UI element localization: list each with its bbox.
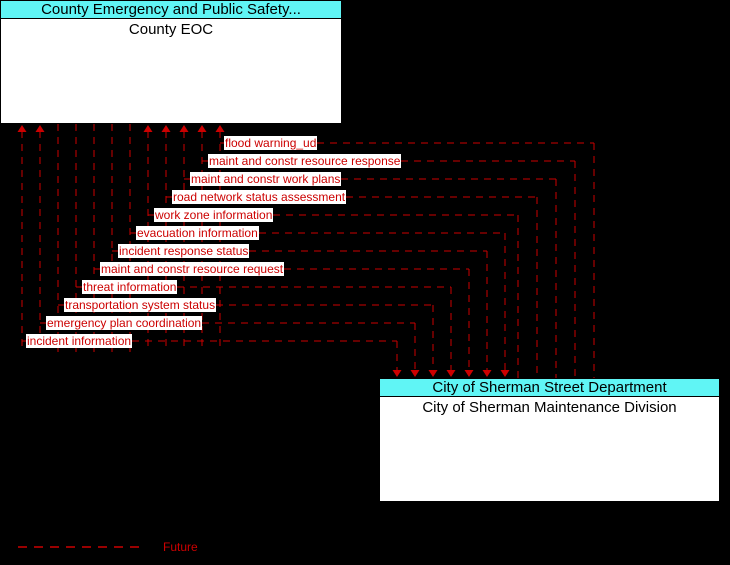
- flow-label[interactable]: emergency plan coordination: [46, 316, 203, 330]
- flow-label[interactable]: work zone information: [154, 208, 274, 222]
- flow-label[interactable]: transportation system status: [64, 298, 217, 312]
- flow-label[interactable]: flood warning_ud: [224, 136, 318, 150]
- flow-label[interactable]: maint and constr resource response: [208, 154, 402, 168]
- flow-label[interactable]: road network status assessment: [172, 190, 347, 204]
- flow-label[interactable]: incident information: [26, 334, 133, 348]
- context-box-county-eoc[interactable]: County Emergency and Public Safety... Cou…: [0, 0, 342, 124]
- context-box-title: City of Sherman Street Department: [380, 379, 719, 397]
- flow-label[interactable]: maint and constr resource request: [100, 262, 285, 276]
- flow-label[interactable]: maint and constr work plans: [190, 172, 342, 186]
- flow-label[interactable]: incident response status: [118, 244, 250, 258]
- flow-label[interactable]: threat information: [82, 280, 178, 294]
- flow-label[interactable]: evacuation information: [136, 226, 259, 240]
- legend-label: Future: [163, 540, 198, 554]
- context-box-title: County Emergency and Public Safety...: [1, 1, 341, 19]
- context-box-subtitle: County EOC: [128, 21, 214, 38]
- context-box-sherman-street-dept[interactable]: City of Sherman Street Department City of…: [379, 378, 720, 502]
- architecture-diagram-canvas: County Emergency and Public Safety... Cou…: [0, 0, 730, 565]
- context-box-subtitle: City of Sherman Maintenance Division: [422, 399, 677, 416]
